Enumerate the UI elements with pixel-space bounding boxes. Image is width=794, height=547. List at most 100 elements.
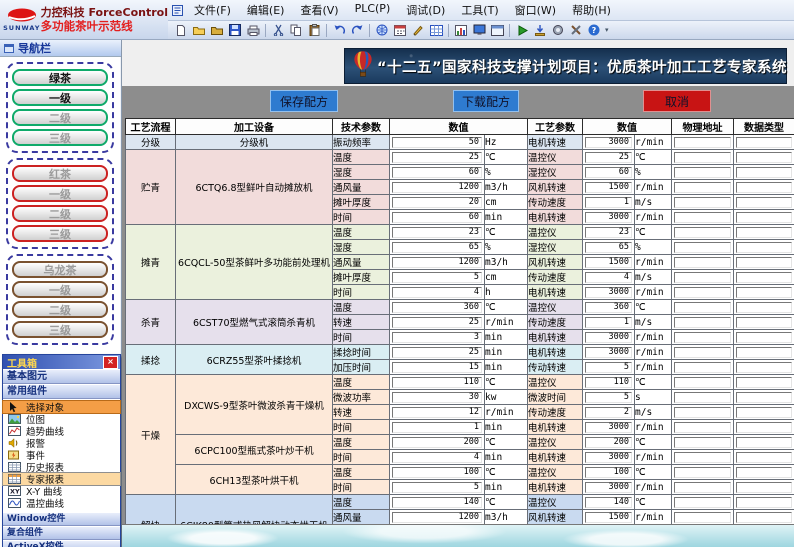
nav-button-三级[interactable]: 三级 <box>12 129 108 146</box>
value-input[interactable]: 25 <box>392 347 482 358</box>
phys-addr-input[interactable] <box>674 242 731 253</box>
value-input[interactable]: 140 <box>392 497 482 508</box>
data-type-input[interactable] <box>736 242 792 253</box>
nav-button-二级[interactable]: 二级 <box>12 109 108 126</box>
action-button-下载配方[interactable]: 下载配方 <box>453 90 519 112</box>
data-type-input[interactable] <box>736 362 792 373</box>
value-input[interactable]: 25 <box>392 317 482 328</box>
data-type-input[interactable] <box>736 137 792 148</box>
settings-icon[interactable] <box>549 22 567 38</box>
data-type-input[interactable] <box>736 497 792 508</box>
open-folder-icon[interactable] <box>190 22 208 38</box>
window-icon[interactable] <box>488 22 506 38</box>
value-input[interactable]: 110 <box>585 377 632 388</box>
data-type-input[interactable] <box>736 512 792 523</box>
data-type-input[interactable] <box>736 197 792 208</box>
value-input[interactable]: 4 <box>392 452 482 463</box>
value-input[interactable]: 60 <box>585 167 632 178</box>
grid-icon[interactable] <box>427 22 445 38</box>
phys-addr-input[interactable] <box>674 227 731 238</box>
phys-addr-input[interactable] <box>674 317 731 328</box>
data-type-input[interactable] <box>736 482 792 493</box>
toolbox-section-基本图元[interactable]: 基本图元 <box>3 369 120 384</box>
phys-addr-input[interactable] <box>674 482 731 493</box>
nav-button-二级[interactable]: 二级 <box>12 205 108 222</box>
phys-addr-input[interactable] <box>674 167 731 178</box>
phys-addr-input[interactable] <box>674 437 731 448</box>
data-type-input[interactable] <box>736 437 792 448</box>
data-type-input[interactable] <box>736 257 792 268</box>
value-input[interactable]: 1500 <box>585 257 632 268</box>
menu-item[interactable]: 帮助(H) <box>564 0 619 20</box>
phys-addr-input[interactable] <box>674 407 731 418</box>
data-type-input[interactable] <box>736 347 792 358</box>
menu-item[interactable]: 调试(D) <box>398 0 453 20</box>
copy-icon[interactable] <box>287 22 305 38</box>
value-input[interactable]: 110 <box>392 377 482 388</box>
menu-item[interactable]: 工具(T) <box>453 0 506 20</box>
value-input[interactable]: 5 <box>392 272 482 283</box>
value-input[interactable]: 100 <box>392 467 482 478</box>
value-input[interactable]: 65 <box>392 242 482 253</box>
data-type-input[interactable] <box>736 332 792 343</box>
value-input[interactable]: 5 <box>392 482 482 493</box>
toolbox-item-报警[interactable]: 报警 <box>3 437 120 449</box>
nav-button-一级[interactable]: 一级 <box>12 185 108 202</box>
close-icon[interactable]: × <box>103 356 118 369</box>
value-input[interactable]: 5 <box>585 392 632 403</box>
data-type-input[interactable] <box>736 452 792 463</box>
value-input[interactable]: 12 <box>392 407 482 418</box>
phys-addr-input[interactable] <box>674 332 731 343</box>
nav-button-一级[interactable]: 一级 <box>12 89 108 106</box>
action-button-取消[interactable]: 取消 <box>643 90 711 112</box>
value-input[interactable]: 50 <box>392 137 482 148</box>
data-type-input[interactable] <box>736 212 792 223</box>
value-input[interactable]: 60 <box>392 212 482 223</box>
value-input[interactable]: 4 <box>392 287 482 298</box>
value-input[interactable]: 4 <box>585 272 632 283</box>
nav-button-红茶[interactable]: 红茶 <box>12 165 108 182</box>
toolbox-item-趋势曲线[interactable]: 趋势曲线 <box>3 425 120 437</box>
print-icon[interactable] <box>244 22 262 38</box>
phys-addr-input[interactable] <box>674 392 731 403</box>
phys-addr-input[interactable] <box>674 287 731 298</box>
phys-addr-input[interactable] <box>674 512 731 523</box>
phys-addr-input[interactable] <box>674 347 731 358</box>
value-input[interactable]: 3000 <box>585 452 632 463</box>
value-input[interactable]: 200 <box>585 437 632 448</box>
data-type-input[interactable] <box>736 152 792 163</box>
data-type-input[interactable] <box>736 407 792 418</box>
value-input[interactable]: 1500 <box>585 512 632 523</box>
data-type-input[interactable] <box>736 167 792 178</box>
menu-item[interactable]: 编辑(E) <box>239 0 293 20</box>
toolbox-tab-复合组件[interactable]: 复合组件 <box>3 526 120 540</box>
run-icon[interactable] <box>513 22 531 38</box>
phys-addr-input[interactable] <box>674 152 731 163</box>
value-input[interactable]: 23 <box>392 227 482 238</box>
toolbox-item-温控曲线[interactable]: 温控曲线 <box>3 497 120 509</box>
toolbox-titlebar[interactable]: 工具箱 × <box>3 355 120 369</box>
globe-icon[interactable] <box>373 22 391 38</box>
chart-icon[interactable] <box>452 22 470 38</box>
new-document-icon[interactable] <box>172 22 190 38</box>
nav-button-乌龙茶[interactable]: 乌龙茶 <box>12 261 108 278</box>
value-input[interactable]: 30 <box>392 392 482 403</box>
value-input[interactable]: 100 <box>585 467 632 478</box>
data-type-input[interactable] <box>736 287 792 298</box>
download-icon[interactable] <box>531 22 549 38</box>
tools-icon[interactable] <box>567 22 585 38</box>
value-input[interactable]: 3000 <box>585 422 632 433</box>
value-input[interactable]: 1 <box>392 422 482 433</box>
undo-icon[interactable] <box>330 22 348 38</box>
phys-addr-input[interactable] <box>674 422 731 433</box>
calendar-icon[interactable] <box>391 22 409 38</box>
data-type-input[interactable] <box>736 227 792 238</box>
nav-button-三级[interactable]: 三级 <box>12 321 108 338</box>
toolbox-section-常用组件[interactable]: 常用组件 <box>3 384 120 399</box>
menu-item[interactable]: 窗口(W) <box>507 0 564 20</box>
value-input[interactable]: 1200 <box>392 257 482 268</box>
value-input[interactable]: 360 <box>392 302 482 313</box>
help-icon[interactable]: ? <box>585 22 603 38</box>
phys-addr-input[interactable] <box>674 467 731 478</box>
data-type-input[interactable] <box>736 272 792 283</box>
